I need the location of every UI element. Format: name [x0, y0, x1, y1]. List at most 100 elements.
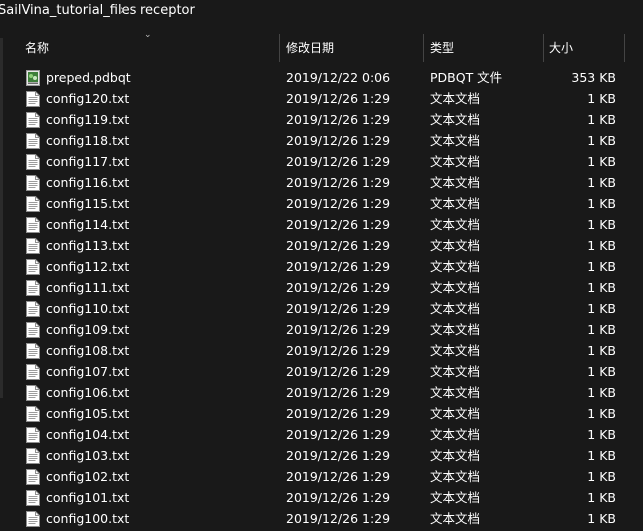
- file-size: 1 KB: [587, 511, 616, 526]
- file-type: 文本文档: [430, 448, 481, 463]
- file-row[interactable]: config103.txt 2019/12/26 1:29 文本文档 1 KB: [0, 445, 643, 466]
- text-file-icon: [26, 343, 40, 359]
- file-row[interactable]: config119.txt 2019/12/26 1:29 文本文档 1 KB: [0, 109, 643, 130]
- file-type: 文本文档: [430, 238, 481, 253]
- file-size: 1 KB: [587, 175, 616, 190]
- file-row[interactable]: config106.txt 2019/12/26 1:29 文本文档 1 KB: [0, 382, 643, 403]
- file-modified-date: 2019/12/26 1:29: [286, 91, 391, 106]
- file-name: config100.txt: [46, 511, 130, 526]
- file-type: 文本文档: [430, 112, 481, 127]
- file-name: config119.txt: [46, 112, 130, 127]
- text-file-icon: [26, 112, 40, 128]
- file-name: config111.txt: [46, 280, 130, 295]
- breadcrumb-item-current[interactable]: receptor: [140, 0, 195, 22]
- file-size: 1 KB: [587, 301, 616, 316]
- column-header-name[interactable]: 名称: [25, 34, 49, 62]
- text-file-icon: [26, 196, 40, 212]
- file-modified-date: 2019/12/26 1:29: [286, 154, 391, 169]
- text-file-icon: [26, 385, 40, 401]
- pdbqt-file-icon: [26, 70, 40, 86]
- file-explorer-window: SailVina_tutorial_files › receptor ⌄ 名称 …: [0, 0, 643, 531]
- file-row[interactable]: config113.txt 2019/12/26 1:29 文本文档 1 KB: [0, 235, 643, 256]
- file-name: config109.txt: [46, 322, 130, 337]
- file-size: 1 KB: [587, 490, 616, 505]
- file-row[interactable]: config120.txt 2019/12/26 1:29 文本文档 1 KB: [0, 88, 643, 109]
- file-modified-date: 2019/12/26 1:29: [286, 490, 391, 505]
- file-row[interactable]: config102.txt 2019/12/26 1:29 文本文档 1 KB: [0, 466, 643, 487]
- file-row[interactable]: config105.txt 2019/12/26 1:29 文本文档 1 KB: [0, 403, 643, 424]
- file-name: config106.txt: [46, 385, 130, 400]
- file-type: 文本文档: [430, 280, 481, 295]
- file-type: 文本文档: [430, 427, 481, 442]
- file-size: 1 KB: [587, 343, 616, 358]
- file-row[interactable]: config104.txt 2019/12/26 1:29 文本文档 1 KB: [0, 424, 643, 445]
- file-type: 文本文档: [430, 322, 481, 337]
- file-modified-date: 2019/12/26 1:29: [286, 217, 391, 232]
- file-type: PDBQT 文件: [430, 70, 503, 85]
- file-size: 1 KB: [587, 448, 616, 463]
- file-name: config108.txt: [46, 343, 130, 358]
- column-header-date[interactable]: 修改日期: [286, 34, 334, 62]
- file-name: preped.pdbqt: [46, 70, 131, 85]
- file-name: config102.txt: [46, 469, 130, 484]
- file-name: config110.txt: [46, 301, 130, 316]
- file-row[interactable]: config110.txt 2019/12/26 1:29 文本文档 1 KB: [0, 298, 643, 319]
- file-size: 1 KB: [587, 238, 616, 253]
- text-file-icon: [26, 217, 40, 233]
- column-header-type[interactable]: 类型: [430, 34, 454, 62]
- file-type: 文本文档: [430, 343, 481, 358]
- file-size: 1 KB: [587, 112, 616, 127]
- text-file-icon: [26, 406, 40, 422]
- file-size: 1 KB: [587, 385, 616, 400]
- file-row[interactable]: config116.txt 2019/12/26 1:29 文本文档 1 KB: [0, 172, 643, 193]
- file-size: 1 KB: [587, 364, 616, 379]
- text-file-icon: [26, 448, 40, 464]
- column-header-row: 名称 修改日期 类型 大小: [0, 34, 643, 62]
- file-row[interactable]: config115.txt 2019/12/26 1:29 文本文档 1 KB: [0, 193, 643, 214]
- text-file-icon: [26, 280, 40, 296]
- column-divider[interactable]: [624, 34, 625, 62]
- file-name: config113.txt: [46, 238, 130, 253]
- file-row[interactable]: config117.txt 2019/12/26 1:29 文本文档 1 KB: [0, 151, 643, 172]
- file-row[interactable]: config111.txt 2019/12/26 1:29 文本文档 1 KB: [0, 277, 643, 298]
- file-modified-date: 2019/12/26 1:29: [286, 196, 391, 211]
- column-divider[interactable]: [279, 34, 280, 62]
- file-modified-date: 2019/12/26 1:29: [286, 280, 391, 295]
- file-row[interactable]: config114.txt 2019/12/26 1:29 文本文档 1 KB: [0, 214, 643, 235]
- file-row[interactable]: config118.txt 2019/12/26 1:29 文本文档 1 KB: [0, 130, 643, 151]
- text-file-icon: [26, 469, 40, 485]
- file-name: config118.txt: [46, 133, 130, 148]
- file-row[interactable]: config109.txt 2019/12/26 1:29 文本文档 1 KB: [0, 319, 643, 340]
- breadcrumb-item-parent[interactable]: SailVina_tutorial_files: [0, 0, 136, 22]
- file-name: config101.txt: [46, 490, 130, 505]
- file-type: 文本文档: [430, 91, 481, 106]
- file-row[interactable]: config108.txt 2019/12/26 1:29 文本文档 1 KB: [0, 340, 643, 361]
- file-name: config120.txt: [46, 91, 130, 106]
- file-type: 文本文档: [430, 154, 481, 169]
- file-row[interactable]: config112.txt 2019/12/26 1:29 文本文档 1 KB: [0, 256, 643, 277]
- file-size: 1 KB: [587, 91, 616, 106]
- text-file-icon: [26, 427, 40, 443]
- file-size: 1 KB: [587, 280, 616, 295]
- file-type: 文本文档: [430, 175, 481, 190]
- file-row[interactable]: preped.pdbqt 2019/12/22 0:06 PDBQT 文件 353 K…: [0, 67, 643, 88]
- file-row[interactable]: config101.txt 2019/12/26 1:29 文本文档 1 KB: [0, 487, 643, 508]
- file-size: 353 KB: [571, 70, 616, 85]
- column-divider[interactable]: [543, 34, 544, 62]
- file-modified-date: 2019/12/26 1:29: [286, 343, 391, 358]
- column-header-size[interactable]: 大小: [549, 34, 573, 62]
- chevron-right-icon[interactable]: ›: [120, 0, 125, 22]
- file-name: config115.txt: [46, 196, 130, 211]
- file-name: config105.txt: [46, 406, 130, 421]
- file-type: 文本文档: [430, 385, 481, 400]
- file-type: 文本文档: [430, 406, 481, 421]
- column-divider[interactable]: [423, 34, 424, 62]
- file-type: 文本文档: [430, 196, 481, 211]
- file-size: 1 KB: [587, 217, 616, 232]
- file-type: 文本文档: [430, 364, 481, 379]
- file-row[interactable]: config107.txt 2019/12/26 1:29 文本文档 1 KB: [0, 361, 643, 382]
- file-size: 1 KB: [587, 322, 616, 337]
- file-modified-date: 2019/12/26 1:29: [286, 133, 391, 148]
- text-file-icon: [26, 91, 40, 107]
- file-row[interactable]: config100.txt 2019/12/26 1:29 文本文档 1 KB: [0, 508, 643, 529]
